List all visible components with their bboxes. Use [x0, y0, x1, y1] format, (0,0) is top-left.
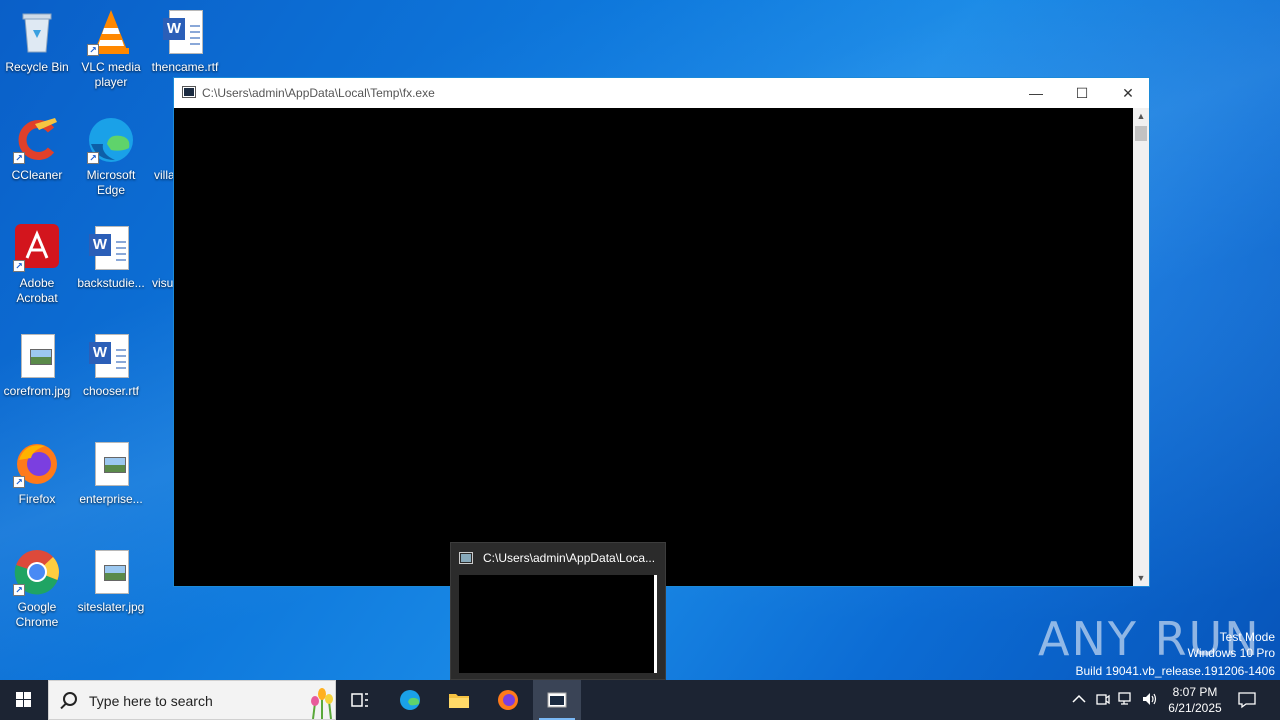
- clock-time: 8:07 PM: [1172, 685, 1218, 699]
- vlc-icon: ↗: [87, 8, 135, 56]
- minimize-button[interactable]: —: [1013, 78, 1059, 108]
- start-button[interactable]: [0, 680, 48, 720]
- desktop-icon-vlc[interactable]: ↗ VLC media player: [74, 8, 148, 90]
- desktop-icon-label: CCleaner: [11, 168, 63, 182]
- preview-thumbnail[interactable]: [459, 575, 656, 673]
- vertical-scrollbar[interactable]: ▲ ▼: [1133, 108, 1149, 586]
- console-output-area[interactable]: [174, 108, 1133, 586]
- desktop-icon-chooser[interactable]: W chooser.rtf: [74, 332, 148, 399]
- desktop-icon-backstudie[interactable]: W backstudie...: [74, 224, 148, 291]
- desktop-icon-firefox[interactable]: ↗ Firefox: [0, 440, 74, 507]
- image-file-icon: [13, 332, 61, 380]
- desktop-icon-corefrom[interactable]: corefrom.jpg: [0, 332, 74, 399]
- desktop-icon-label: enterprise...: [79, 492, 143, 506]
- volume-icon: [1143, 693, 1157, 705]
- desktop-icon-siteslater[interactable]: siteslater.jpg: [74, 548, 148, 615]
- windows-logo-icon: [16, 692, 32, 708]
- taskbar-file-explorer-button[interactable]: [435, 680, 483, 720]
- desktop-icon-label: thencame.rtf: [151, 60, 219, 74]
- shortcut-arrow-icon: ↗: [13, 260, 25, 272]
- scroll-down-arrow-icon[interactable]: ▼: [1133, 570, 1149, 586]
- firefox-icon: ↗: [13, 440, 61, 488]
- desktop-icon-label: Google Chrome: [15, 600, 59, 629]
- image-file-icon: [87, 440, 135, 488]
- chrome-icon: ↗: [13, 548, 61, 596]
- desktop-icon-recycle-bin[interactable]: Recycle Bin: [0, 8, 74, 75]
- firefox-icon: [498, 690, 518, 710]
- shortcut-arrow-icon: ↗: [87, 152, 99, 164]
- taskbar-console-button[interactable]: [533, 680, 581, 720]
- preview-scroll-indicator: [654, 575, 657, 673]
- desktop-icon-label: chooser.rtf: [82, 384, 140, 398]
- taskbar-edge-button[interactable]: [386, 680, 434, 720]
- console-app-icon: [547, 692, 567, 708]
- window-title: C:\Users\admin\AppData\Local\Temp\fx.exe: [202, 86, 435, 100]
- edge-icon: ↗: [87, 116, 135, 164]
- scroll-up-arrow-icon[interactable]: ▲: [1133, 108, 1149, 124]
- search-placeholder: Type here to search: [89, 693, 213, 709]
- taskbar-thumbnail-preview[interactable]: C:\Users\admin\AppData\Loca...: [450, 542, 666, 680]
- desktop-icon-label: Adobe Acrobat: [16, 276, 58, 305]
- show-hidden-icons-button[interactable]: [1068, 680, 1090, 720]
- desktop-icon-microsoft-edge[interactable]: ↗ Microsoft Edge: [74, 116, 148, 198]
- image-file-icon: [87, 548, 135, 596]
- recycle-bin-icon: [13, 8, 61, 56]
- word-document-icon: W: [161, 8, 209, 56]
- task-view-icon: [351, 693, 368, 707]
- console-app-icon: [459, 552, 473, 564]
- word-document-icon: W: [87, 224, 135, 272]
- ccleaner-icon: ↗: [13, 116, 61, 164]
- shortcut-arrow-icon: ↗: [13, 584, 25, 596]
- shortcut-arrow-icon: ↗: [13, 152, 25, 164]
- taskbar-clock[interactable]: 8:07 PM 6/21/2025: [1160, 680, 1230, 720]
- desktop-icon-label: corefrom.jpg: [3, 384, 71, 398]
- search-highlight-tulips-icon: [311, 688, 333, 719]
- shortcut-arrow-icon: ↗: [13, 476, 25, 488]
- close-button[interactable]: ✕: [1105, 78, 1151, 108]
- scrollbar-thumb[interactable]: [1135, 126, 1147, 141]
- desktop-icon-label: siteslater.jpg: [77, 600, 145, 614]
- console-app-icon[interactable]: [182, 86, 196, 98]
- build-text: Build 19041.vb_release.191206-1406: [1075, 664, 1276, 678]
- shortcut-arrow-icon: ↗: [87, 44, 99, 56]
- desktop-icon-label: backstudie...: [77, 276, 145, 290]
- task-view-button[interactable]: [336, 680, 384, 720]
- desktop-icon-label: Microsoft Edge: [86, 168, 136, 197]
- search-icon: [63, 692, 77, 706]
- desktop-icon-google-chrome[interactable]: ↗ Google Chrome: [0, 548, 74, 630]
- meet-now-tray-button[interactable]: [1094, 680, 1112, 720]
- edge-icon: [400, 690, 420, 710]
- volume-tray-button[interactable]: [1140, 680, 1160, 720]
- taskbar: Type here to search 8:07 PM 6/21/2025: [0, 680, 1280, 720]
- acrobat-icon: ↗: [13, 224, 61, 272]
- test-mode-text: Test Mode: [1219, 630, 1275, 644]
- clock-date: 6/21/2025: [1168, 701, 1222, 715]
- desktop-icon-adobe-acrobat[interactable]: ↗ Adobe Acrobat: [0, 224, 74, 306]
- folder-icon: [449, 694, 469, 708]
- meet-now-icon: [1096, 694, 1110, 705]
- action-center-button[interactable]: [1236, 680, 1260, 720]
- desktop-icon-label: VLC media player: [81, 60, 141, 89]
- maximize-button[interactable]: ☐: [1059, 78, 1105, 108]
- network-tray-button[interactable]: [1116, 680, 1136, 720]
- desktop-icon-thencame[interactable]: W thencame.rtf: [148, 8, 222, 75]
- taskbar-search-box[interactable]: Type here to search: [48, 680, 336, 720]
- desktop-icon-ccleaner[interactable]: ↗ CCleaner: [0, 116, 74, 183]
- word-document-icon: W: [87, 332, 135, 380]
- desktop-icon-label: Firefox: [18, 492, 56, 506]
- desktop-icon-label: Recycle Bin: [5, 60, 69, 74]
- desktop-icon-enterprise[interactable]: enterprise...: [74, 440, 148, 507]
- chevron-up-icon: [1072, 694, 1086, 703]
- console-window[interactable]: C:\Users\admin\AppData\Local\Temp\fx.exe…: [173, 77, 1150, 587]
- taskbar-firefox-button[interactable]: [484, 680, 532, 720]
- notification-icon: [1238, 692, 1256, 709]
- os-edition-text: Windows 10 Pro: [1187, 646, 1275, 660]
- window-titlebar[interactable]: C:\Users\admin\AppData\Local\Temp\fx.exe…: [174, 78, 1149, 108]
- preview-title: C:\Users\admin\AppData\Loca...: [483, 551, 656, 565]
- network-icon: [1118, 692, 1131, 705]
